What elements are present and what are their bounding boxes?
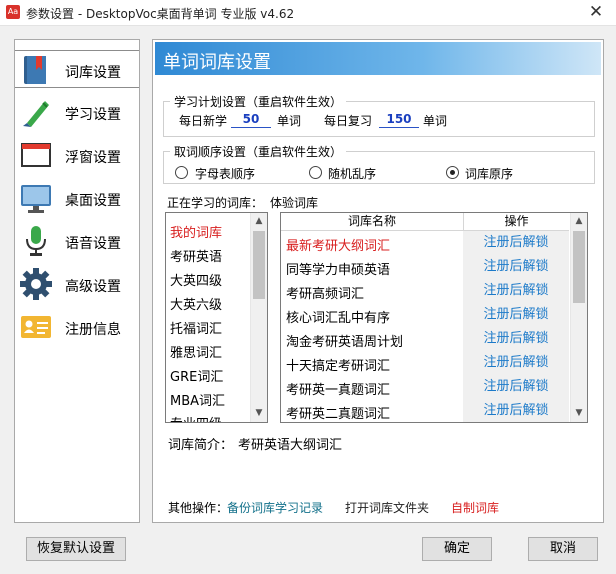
microphone-icon [26, 226, 46, 256]
radio-label: 字母表顺序 [195, 167, 256, 181]
radio-button[interactable] [175, 166, 188, 179]
close-button[interactable]: ✕ [576, 0, 616, 26]
settings-sidebar: 词库设置 学习设置 浮窗设置 桌面设置 语音设置 高级设置 注册信息 [14, 39, 140, 523]
unlock-link[interactable]: 注册后解锁 [463, 303, 569, 327]
scroll-up-icon[interactable]: ▲ [571, 213, 587, 229]
sidebar-item-label: 注册信息 [65, 322, 121, 338]
id-card-icon [21, 316, 51, 338]
sidebar-item-label: 词库设置 [65, 65, 121, 81]
sidebar-item-label: 语音设置 [65, 236, 121, 252]
ok-button[interactable]: 确定 [422, 537, 492, 561]
unlock-link[interactable]: 注册后解锁 [463, 327, 569, 351]
library-name: 十天搞定考研词汇 [286, 359, 391, 374]
panel-title: 单词词库设置 [163, 52, 271, 73]
pen-icon [23, 101, 49, 127]
restore-default-button[interactable]: 恢复默认设置 [26, 537, 126, 561]
sidebar-item-voice[interactable]: 语音设置 [15, 222, 139, 260]
radio-label: 词库原序 [465, 167, 514, 181]
sidebar-item-registration[interactable]: 注册信息 [15, 308, 139, 346]
daily-review-label: 每日复习 [324, 114, 373, 128]
sidebar-item-vocabulary[interactable]: 词库设置 [15, 50, 139, 88]
library-name: 同等学力申硕英语 [286, 263, 391, 278]
library-name: 考研高频词汇 [286, 287, 365, 302]
list-item[interactable]: 雅思词汇 [170, 342, 222, 361]
library-name: 最新考研大纲词汇 [286, 239, 391, 254]
panel-header: 单词词库设置 [155, 42, 601, 75]
open-library-folder-link[interactable]: 打开词库文件夹 [345, 499, 429, 516]
current-library-label: 正在学习的词库： [167, 196, 264, 210]
scroll-up-icon[interactable]: ▲ [251, 213, 267, 229]
table-row[interactable]: 淘金考研英语周计划 注册后解锁 [281, 327, 571, 351]
daily-review-input[interactable] [379, 111, 419, 128]
sidebar-item-desktop[interactable]: 桌面设置 [15, 179, 139, 217]
table-row[interactable]: 最新考研大纲词汇 注册后解锁 [281, 231, 571, 255]
scroll-thumb[interactable] [573, 231, 585, 303]
backup-records-link[interactable]: 备份词库学习记录 [227, 499, 323, 516]
daily-new-unit: 单词 [277, 114, 302, 128]
table-row[interactable]: 同等学力申硕英语 注册后解锁 [281, 255, 571, 279]
category-scrollbar[interactable]: ▲ ▼ [250, 213, 267, 422]
unlock-link[interactable]: 注册后解锁 [463, 351, 569, 375]
monitor-icon [21, 185, 51, 213]
other-operations-label: 其他操作： [168, 501, 229, 515]
daily-new-label: 每日新学 [179, 114, 228, 128]
daily-review-unit: 单词 [423, 114, 448, 128]
scroll-down-icon[interactable]: ▼ [251, 405, 267, 421]
unlock-link[interactable]: 注册后解锁 [463, 231, 569, 255]
list-item[interactable]: 专业四级 [170, 413, 222, 422]
vocabulary-book-icon [24, 56, 46, 84]
list-item[interactable]: MBA词汇 [170, 390, 225, 409]
list-item[interactable]: 考研英语 [170, 246, 222, 265]
list-item[interactable]: 大英四级 [170, 270, 222, 289]
list-item[interactable]: GRE词汇 [170, 366, 223, 385]
library-intro-label: 词库简介： [168, 438, 234, 453]
table-scrollbar[interactable]: ▲ ▼ [570, 213, 587, 422]
radio-button[interactable] [446, 166, 459, 179]
sidebar-item-label: 浮窗设置 [65, 150, 121, 166]
study-plan-legend: 学习计划设置（重启软件生效） [170, 93, 347, 110]
column-header-name: 词库名称 [281, 213, 463, 231]
current-library-value: 体验词库 [270, 196, 319, 210]
sidebar-item-label: 桌面设置 [65, 193, 121, 209]
title-bar: Aa 参数设置 - DesktopVoc桌面背单词 专业版 v4.62 ✕ [0, 0, 616, 26]
unlock-link[interactable]: 注册后解锁 [463, 279, 569, 303]
window-title: 参数设置 - DesktopVoc桌面背单词 专业版 v4.62 [26, 7, 295, 21]
cancel-button[interactable]: 取消 [528, 537, 598, 561]
table-row[interactable]: 考研英二真题词汇 注册后解锁 [281, 399, 571, 422]
scroll-down-icon[interactable]: ▼ [571, 405, 587, 421]
settings-panel: 单词词库设置 学习计划设置（重启软件生效） 每日新学 单词 每日复习 单词 取词… [152, 39, 604, 523]
sidebar-item-floating-window[interactable]: 浮窗设置 [15, 136, 139, 174]
list-item[interactable]: 大英六级 [170, 294, 222, 313]
sidebar-item-label: 高级设置 [65, 279, 121, 295]
list-item[interactable]: 我的词库 [170, 222, 222, 241]
library-name: 核心词汇乱中有序 [286, 311, 391, 326]
library-intro-value: 考研英语大纲词汇 [238, 438, 343, 453]
library-table: 词库名称 操作 最新考研大纲词汇 注册后解锁 同等学力申硕英语 注册后解锁 考研… [280, 212, 588, 423]
unlock-link[interactable]: 注册后解锁 [463, 375, 569, 399]
sidebar-item-study[interactable]: 学习设置 [15, 93, 139, 131]
table-row[interactable]: 核心词汇乱中有序 注册后解锁 [281, 303, 571, 327]
custom-library-link[interactable]: 自制词库 [451, 499, 499, 516]
sidebar-item-advanced[interactable]: 高级设置 [15, 265, 139, 303]
gear-icon [20, 268, 52, 300]
scroll-thumb[interactable] [253, 231, 265, 299]
column-header-action: 操作 [463, 213, 569, 231]
library-name: 考研英一真题词汇 [286, 383, 391, 398]
app-icon: Aa [6, 5, 20, 19]
daily-new-input[interactable] [231, 111, 271, 128]
unlock-link[interactable]: 注册后解锁 [463, 255, 569, 279]
list-item[interactable]: 托福词汇 [170, 318, 222, 337]
table-row[interactable]: 十天搞定考研词汇 注册后解锁 [281, 351, 571, 375]
radio-button[interactable] [309, 166, 322, 179]
library-name: 淘金考研英语周计划 [286, 335, 404, 350]
library-name: 考研英二真题词汇 [286, 407, 391, 422]
unlock-link[interactable]: 注册后解锁 [463, 399, 569, 422]
library-category-list[interactable]: 我的词库 考研英语 大英四级 大英六级 托福词汇 雅思词汇 GRE词汇 MBA词… [165, 212, 268, 423]
table-row[interactable]: 考研英一真题词汇 注册后解锁 [281, 375, 571, 399]
sidebar-item-label: 学习设置 [65, 107, 121, 123]
radio-label: 随机乱序 [328, 167, 377, 181]
word-order-legend: 取词顺序设置（重启软件生效） [170, 143, 347, 160]
floating-window-icon [21, 143, 51, 167]
table-row[interactable]: 考研高频词汇 注册后解锁 [281, 279, 571, 303]
